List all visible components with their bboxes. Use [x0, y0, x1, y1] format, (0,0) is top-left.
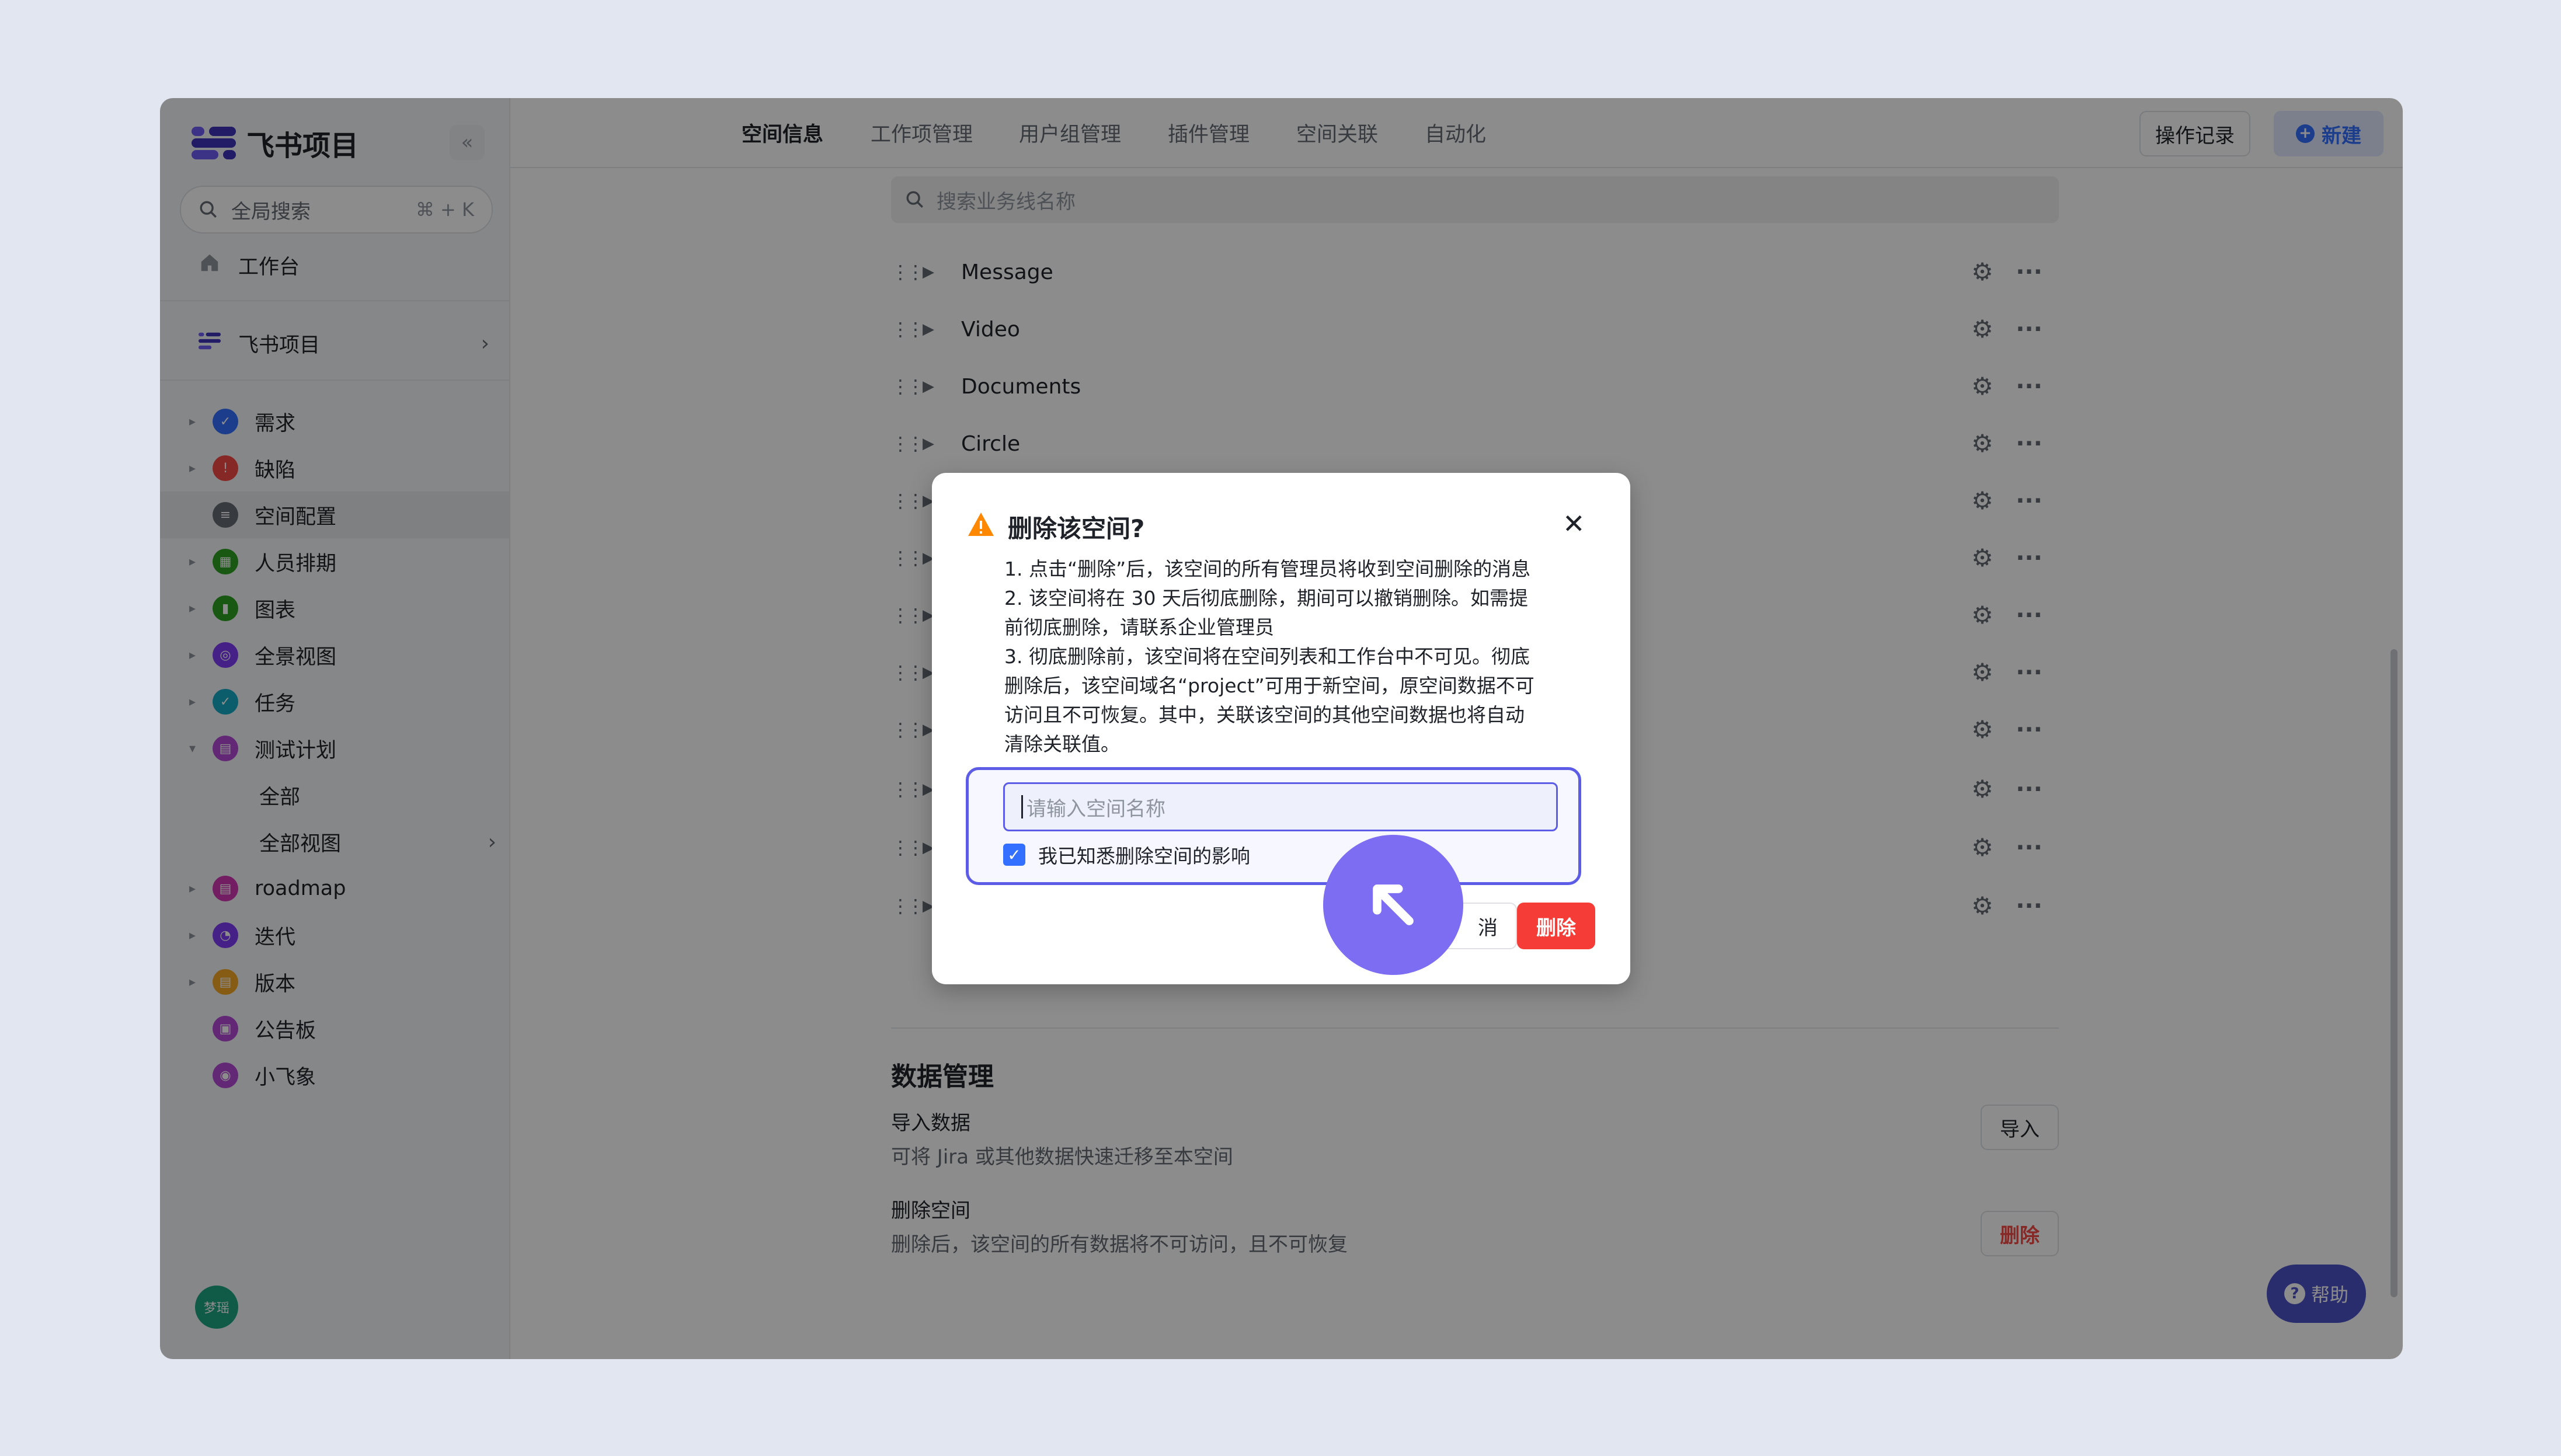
dialog-body-line: 1. 点击“删除”后，该空间的所有管理员将收到空间删除的消息: [1004, 558, 1531, 580]
close-icon[interactable]: ✕: [1563, 508, 1585, 539]
dialog-body-line: 2. 该空间将在 30 天后彻底删除，期间可以撤销删除。如需提: [1004, 587, 1528, 609]
acknowledge-checkbox-row[interactable]: ✓ 我已知悉删除空间的影响: [1003, 841, 1250, 869]
space-name-input[interactable]: 请输入空间名称: [1003, 782, 1558, 831]
dialog-body-line: 清除关联值。: [1004, 733, 1120, 755]
text-cursor: [1021, 795, 1023, 818]
dialog-body-line: 前彻底删除，请联系企业管理员: [1004, 616, 1274, 639]
dialog-body-line: 3. 彻底删除前，该空间将在空间列表和工作台中不可见。彻底: [1004, 645, 1530, 668]
confirm-delete-button[interactable]: 删除: [1517, 903, 1595, 949]
dialog-body-line: 访问且不可恢复。其中，关联该空间的其他空间数据也将自动: [1004, 703, 1525, 726]
cursor-pointer-icon: [1323, 835, 1463, 975]
dialog-body-line: 删除后，该空间域名“project”可用于新空间，原空间数据不可: [1004, 674, 1534, 697]
dialog-title: 删除该空间?: [1008, 514, 1145, 543]
checkbox-label: 我已知悉删除空间的影响: [1038, 845, 1250, 868]
input-placeholder: 请输入空间名称: [1027, 797, 1165, 821]
checkbox-checked-icon[interactable]: ✓: [1003, 844, 1025, 866]
warning-icon: [968, 513, 994, 536]
cancel-button-label: 消: [1478, 916, 1498, 940]
dialog-body: 1. 点击“删除”后，该空间的所有管理员将收到空间删除的消息 2. 该空间将在 …: [1004, 555, 1594, 759]
delete-space-dialog: 删除该空间? ✕ 1. 点击“删除”后，该空间的所有管理员将收到空间删除的消息 …: [932, 473, 1630, 984]
